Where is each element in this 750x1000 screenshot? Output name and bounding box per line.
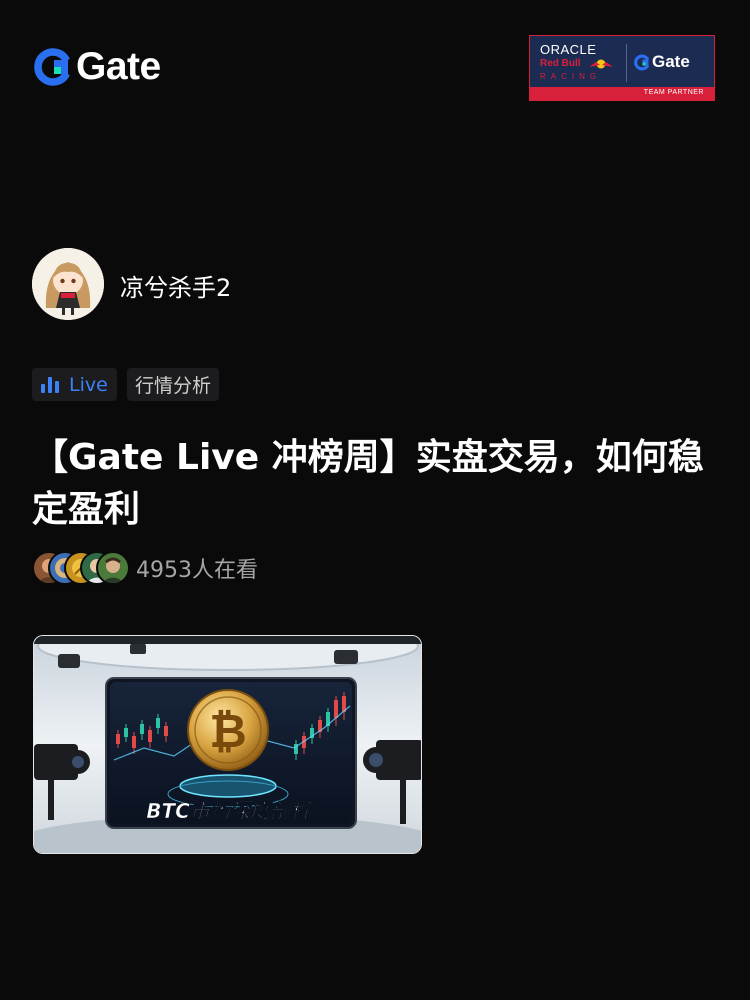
- streamer-name[interactable]: 凉兮杀手2: [120, 268, 231, 303]
- partner-badge: ORACLE Red Bull RACING Gate TEAM PARTNER: [529, 35, 715, 101]
- redbull-bulls-icon: [589, 59, 613, 69]
- viewer-count: 4953人在看: [136, 558, 258, 583]
- anime-girl-avatar-icon: [32, 248, 104, 320]
- thumbnail-caption: BTC市场深度剖析: [146, 799, 313, 823]
- partner-gate-logo: Gate: [634, 52, 690, 72]
- live-bars-icon: [41, 376, 59, 393]
- category-tag[interactable]: 行情分析: [127, 368, 220, 401]
- viewer-avatar: [96, 551, 130, 585]
- team-partner-text: TEAM PARTNER: [643, 89, 704, 96]
- live-tag-label: Live: [69, 373, 108, 396]
- gate-small-logo-icon: [634, 54, 650, 70]
- svg-text:₿: ₿: [209, 705, 247, 757]
- stream-title[interactable]: 【Gate Live 冲榜周】实盘交易，如何稳定盈利: [32, 432, 712, 536]
- partner-oracle-text: ORACLE: [540, 42, 597, 57]
- partner-strip: TEAM PARTNER: [530, 87, 714, 100]
- stream-thumbnail[interactable]: ₿ BTC市场深度剖析: [33, 635, 422, 854]
- partner-racing-text: RACING: [540, 72, 602, 81]
- streamer-avatar[interactable]: [32, 248, 104, 320]
- partner-redbull-text: Red Bull: [540, 58, 581, 69]
- viewer-avatars: [32, 551, 130, 585]
- btc-studio-thumbnail-image: ₿ BTC市场深度剖析: [34, 636, 421, 853]
- viewers-row: 4953人在看: [32, 551, 258, 585]
- gate-logo[interactable]: Gate: [34, 47, 161, 87]
- gate-logo-icon: [34, 48, 70, 86]
- category-tag-label: 行情分析: [135, 375, 212, 397]
- gate-logo-text: Gate: [76, 45, 161, 88]
- live-tag[interactable]: Live: [32, 368, 117, 401]
- partner-gate-text: Gate: [652, 52, 690, 71]
- partner-divider: [626, 44, 627, 82]
